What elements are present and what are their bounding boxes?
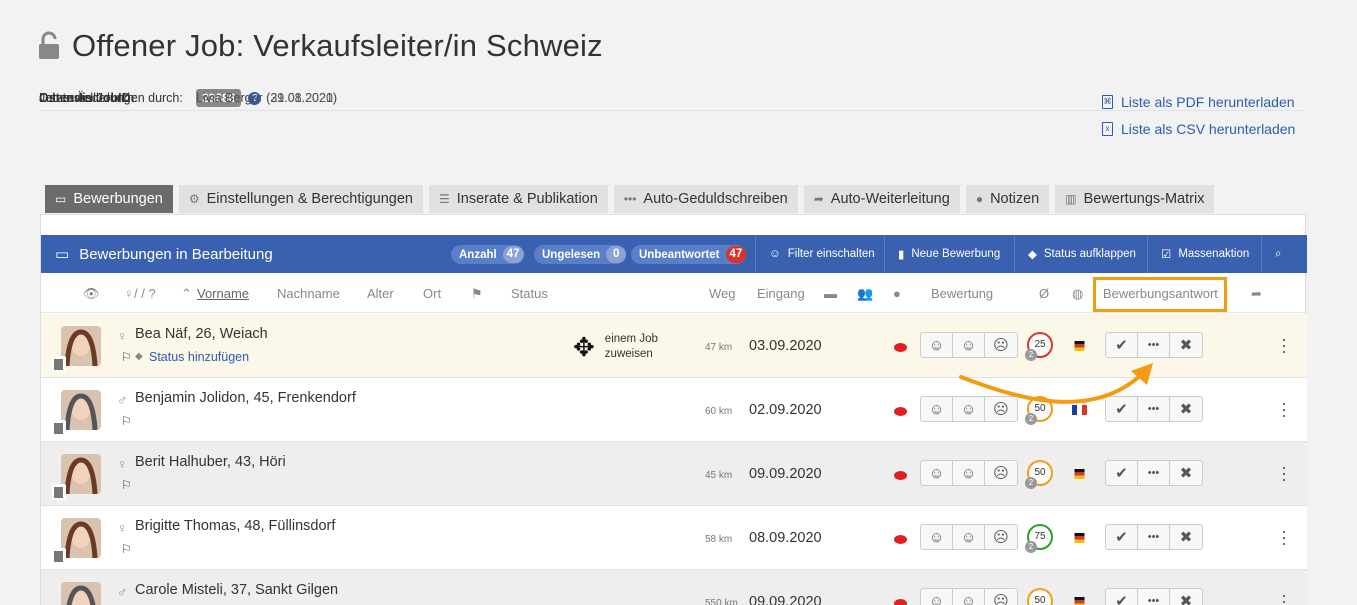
tab-inserate[interactable]: ☰ Inserate & Publikation — [428, 185, 608, 213]
applications-panel: ▭ Bewerbungen in Bearbeitung Anzahl 47 U… — [40, 214, 1307, 605]
tab-auto-weiterleitung[interactable]: ➦ Auto-Weiterleitung — [803, 185, 960, 213]
download-pdf-label: Liste als PDF herunterladen — [1121, 93, 1295, 110]
csv-file-icon: x — [1102, 121, 1113, 136]
page-title: Offener Job: Verkaufsleiter/in Schweiz — [72, 28, 603, 63]
tab-bar: ▭ Bewerbungen ⚙ Einstellungen & Berechtigu… — [45, 185, 1215, 213]
tab-label: Auto-Weiterleitung — [830, 191, 950, 207]
bar-chart-icon: ▥ — [1065, 192, 1077, 206]
changed-label: Letzte Änderungen durch: — [39, 91, 183, 105]
changed-value: Livia Berger (29.01.2021) — [196, 91, 338, 105]
tab-label: Bewerbungen — [73, 191, 163, 207]
forward-icon: ➦ — [813, 192, 824, 206]
tab-einstellungen[interactable]: ⚙ Einstellungen & Berechtigungen — [178, 185, 423, 213]
download-csv-label: Liste als CSV herunterladen — [1121, 120, 1296, 137]
gears-icon: ⚙ — [188, 192, 200, 206]
tab-bewerbungen[interactable]: ▭ Bewerbungen — [45, 185, 173, 213]
unlock-icon — [39, 31, 59, 59]
download-links: ⌘ Liste als PDF herunterladen x Liste al… — [1102, 88, 1295, 142]
download-pdf-link[interactable]: ⌘ Liste als PDF herunterladen — [1102, 88, 1295, 115]
tab-notizen[interactable]: ● Notizen — [965, 185, 1050, 213]
tab-auto-geduldschreiben[interactable]: ••• Auto-Geduldschreiben — [613, 185, 798, 213]
comment-icon: ● — [975, 192, 984, 206]
tab-label: Einstellungen & Berechtigungen — [206, 191, 413, 207]
annotation-arrow — [959, 363, 1153, 404]
ellipsis-icon: ••• — [623, 192, 637, 206]
tab-label: Inserate & Publikation — [456, 191, 598, 207]
tab-label: Auto-Geduldschreiben — [643, 191, 788, 207]
list-icon: ☰ — [438, 192, 450, 206]
page-header: Offener Job: Verkaufsleiter/in Schweiz — [38, 28, 603, 64]
pdf-file-icon: ⌘ — [1102, 94, 1113, 109]
folder-open-icon: ▭ — [55, 192, 67, 206]
tab-label: Notizen — [990, 191, 1040, 207]
tab-bewertungs-matrix[interactable]: ▥ Bewertungs-Matrix — [1055, 185, 1215, 213]
tab-label: Bewertungs-Matrix — [1083, 191, 1205, 207]
download-csv-link[interactable]: x Liste als CSV herunterladen — [1102, 115, 1295, 142]
